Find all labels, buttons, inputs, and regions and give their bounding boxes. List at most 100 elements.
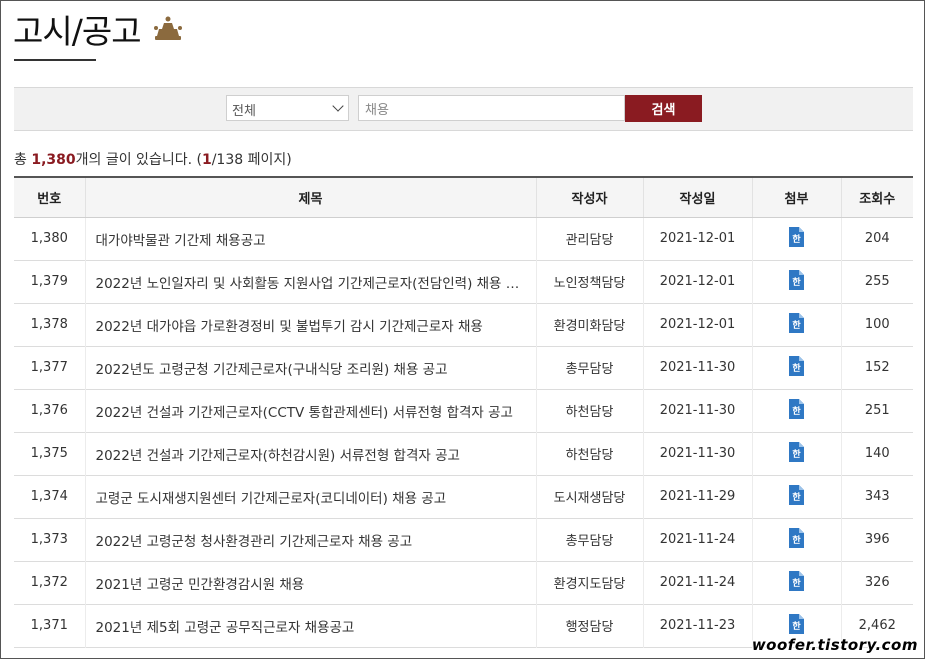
svg-text:한: 한 [792, 405, 801, 417]
hwp-file-icon[interactable]: 한 [788, 355, 805, 381]
table-row[interactable]: 1,373 2022년 고령군청 청사환경관리 기간제근로자 채용 공고 총무담당 2… [14, 518, 913, 561]
row-number: 1,374 [14, 475, 86, 518]
svg-text:한: 한 [792, 319, 801, 331]
row-attachment: 한 [752, 389, 842, 432]
table-row[interactable]: 1,374 고령군 도시재생지원센터 기간제근로자(코디네이터) 채용 공고 도시재… [14, 475, 913, 518]
header-attachment[interactable]: 첨부 [752, 177, 842, 218]
row-title-link[interactable]: 2022년도 고령군청 기간제근로자(구내식당 조리원) 채용 공고 [85, 346, 537, 389]
svg-text:한: 한 [792, 362, 801, 374]
hwp-file-icon[interactable]: 한 [788, 269, 805, 295]
row-author: 하천담당 [536, 432, 644, 475]
search-category-select[interactable]: 전체 [226, 95, 349, 121]
table-row[interactable]: 1,378 2022년 대가야읍 가로환경정비 및 불법투기 감시 기간제근로자 … [14, 303, 913, 346]
row-attachment: 한 [752, 432, 842, 475]
row-title-link[interactable]: 대가야박물관 기간제 채용공고 [85, 217, 537, 260]
hwp-file-icon[interactable]: 한 [788, 226, 805, 252]
table-row[interactable]: 1,375 2022년 건설과 기간제근로자(하천감시원) 서류전형 합격자 공고… [14, 432, 913, 475]
row-title-link[interactable]: 고령군 도시재생지원센터 기간제근로자(코디네이터) 채용 공고 [85, 475, 537, 518]
row-number: 1,378 [14, 303, 86, 346]
svg-text:한: 한 [792, 276, 801, 288]
row-date: 2021-11-30 [643, 346, 753, 389]
chevron-down-icon [332, 100, 344, 112]
row-author: 환경미화담당 [536, 303, 644, 346]
hwp-file-icon[interactable]: 한 [788, 527, 805, 553]
row-attachment: 한 [752, 303, 842, 346]
table-row[interactable]: 1,379 2022년 노인일자리 및 사회활동 지원사업 기간제근로자(전담인력… [14, 260, 913, 303]
row-number: 1,376 [14, 389, 86, 432]
row-date: 2021-12-01 [643, 217, 753, 260]
total-count: 1,380 [31, 152, 76, 168]
row-attachment: 한 [752, 561, 842, 604]
hwp-file-icon[interactable]: 한 [788, 613, 805, 639]
hwp-file-icon[interactable]: 한 [788, 570, 805, 596]
search-button[interactable]: 검색 [625, 95, 702, 122]
row-title-link[interactable]: 2022년 건설과 기간제근로자(하천감시원) 서류전형 합격자 공고 [85, 432, 537, 475]
table-row[interactable]: 1,380 대가야박물관 기간제 채용공고 관리담당 2021-12-01 한 204 [14, 217, 913, 260]
hwp-file-icon[interactable]: 한 [788, 398, 805, 424]
result-summary: 총 1,380개의 글이 있습니다. (1/138 페이지) [14, 152, 292, 168]
row-author: 하천담당 [536, 389, 644, 432]
table-row[interactable]: 1,376 2022년 건설과 기간제근로자(CCTV 통합관제센터) 서류전형 … [14, 389, 913, 432]
row-date: 2021-12-01 [643, 260, 753, 303]
row-title-link[interactable]: 2022년 대가야읍 가로환경정비 및 불법투기 감시 기간제근로자 채용 [85, 303, 537, 346]
row-views: 204 [864, 231, 890, 246]
row-date: 2021-11-30 [643, 389, 753, 432]
svg-text:한: 한 [792, 534, 801, 546]
notice-table: 번호 제목 작성자 작성일 첨부 조회수 1,380 대가야박물관 기간제 채용공… [14, 176, 913, 648]
page-title: 고시/공고 [13, 12, 142, 51]
row-author: 환경지도담당 [536, 561, 644, 604]
row-attachment: 한 [752, 518, 842, 561]
header-title[interactable]: 제목 [85, 177, 537, 218]
row-title-link[interactable]: 2021년 제5회 고령군 공무직근로자 채용공고 [85, 604, 537, 647]
row-title-link[interactable]: 2022년 노인일자리 및 사회활동 지원사업 기간제근로자(전담인력) 채용 … [85, 260, 537, 303]
hwp-file-icon[interactable]: 한 [788, 441, 805, 467]
svg-text:한: 한 [792, 233, 801, 245]
row-views: 140 [864, 446, 890, 461]
row-views: 255 [864, 274, 890, 289]
page-header: 고시/공고 [13, 7, 183, 51]
row-number: 1,377 [14, 346, 86, 389]
table-row[interactable]: 1,372 2021년 고령군 민간환경감시원 채용 환경지도담당 2021-11-2… [14, 561, 913, 604]
row-attachment: 한 [752, 346, 842, 389]
row-views: 100 [864, 317, 890, 332]
header-views[interactable]: 조회수 [841, 177, 913, 218]
row-date: 2021-12-01 [643, 303, 753, 346]
row-views: 343 [864, 489, 890, 504]
row-number: 1,375 [14, 432, 86, 475]
hwp-file-icon[interactable]: 한 [788, 484, 805, 510]
row-attachment: 한 [752, 475, 842, 518]
row-number: 1,379 [14, 260, 86, 303]
crown-icon [153, 16, 183, 46]
row-title-link[interactable]: 2022년 고령군청 청사환경관리 기간제근로자 채용 공고 [85, 518, 537, 561]
table-header-row: 번호 제목 작성자 작성일 첨부 조회수 [14, 177, 913, 218]
row-attachment: 한 [752, 217, 842, 260]
header-author[interactable]: 작성자 [536, 177, 644, 218]
row-attachment: 한 [752, 260, 842, 303]
row-views: 152 [864, 360, 890, 375]
row-title-link[interactable]: 2022년 건설과 기간제근로자(CCTV 통합관제센터) 서류전형 합격자 공… [85, 389, 537, 432]
row-author: 총무담당 [536, 346, 644, 389]
row-date: 2021-11-23 [643, 604, 753, 647]
svg-text:한: 한 [792, 491, 801, 503]
row-author: 노인정책담당 [536, 260, 644, 303]
row-views: 326 [864, 575, 890, 590]
row-number: 1,373 [14, 518, 86, 561]
header-number[interactable]: 번호 [14, 177, 86, 218]
row-author: 총무담당 [536, 518, 644, 561]
header-date[interactable]: 작성일 [643, 177, 753, 218]
row-date: 2021-11-30 [643, 432, 753, 475]
watermark: woofer.tistory.com [751, 636, 918, 654]
row-date: 2021-11-24 [643, 561, 753, 604]
row-title-link[interactable]: 2021년 고령군 민간환경감시원 채용 [85, 561, 537, 604]
row-author: 도시재생담당 [536, 475, 644, 518]
row-date: 2021-11-29 [643, 475, 753, 518]
select-value: 전체 [232, 104, 256, 119]
row-date: 2021-11-24 [643, 518, 753, 561]
search-bar: 전체 검색 [14, 87, 913, 131]
table-row[interactable]: 1,377 2022년도 고령군청 기간제근로자(구내식당 조리원) 채용 공고 총… [14, 346, 913, 389]
row-views: 251 [864, 403, 890, 418]
row-number: 1,371 [14, 604, 86, 647]
search-input[interactable] [358, 95, 625, 121]
svg-text:한: 한 [792, 448, 801, 460]
hwp-file-icon[interactable]: 한 [788, 312, 805, 338]
